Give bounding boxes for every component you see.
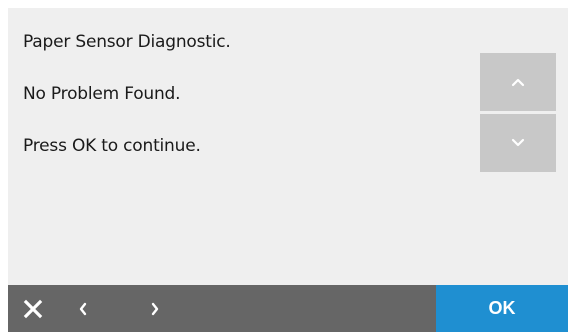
back-button[interactable] bbox=[68, 285, 98, 332]
close-button[interactable] bbox=[18, 285, 48, 332]
message-title: Paper Sensor Diagnostic. bbox=[23, 32, 231, 52]
bottom-toolbar: OK bbox=[8, 285, 568, 332]
ok-button[interactable]: OK bbox=[436, 285, 568, 332]
chevron-left-icon bbox=[79, 302, 87, 315]
forward-button[interactable] bbox=[140, 285, 170, 332]
chevron-up-icon bbox=[511, 78, 525, 87]
message-instruction: Press OK to continue. bbox=[23, 136, 201, 156]
chevron-down-icon bbox=[511, 138, 525, 147]
scroll-down-button[interactable] bbox=[480, 114, 556, 172]
diagnostic-screen: Paper Sensor Diagnostic. No Problem Foun… bbox=[8, 8, 568, 332]
message-status: No Problem Found. bbox=[23, 84, 181, 104]
chevron-right-icon bbox=[151, 302, 159, 315]
close-icon bbox=[23, 299, 43, 318]
scroll-up-button[interactable] bbox=[480, 53, 556, 111]
